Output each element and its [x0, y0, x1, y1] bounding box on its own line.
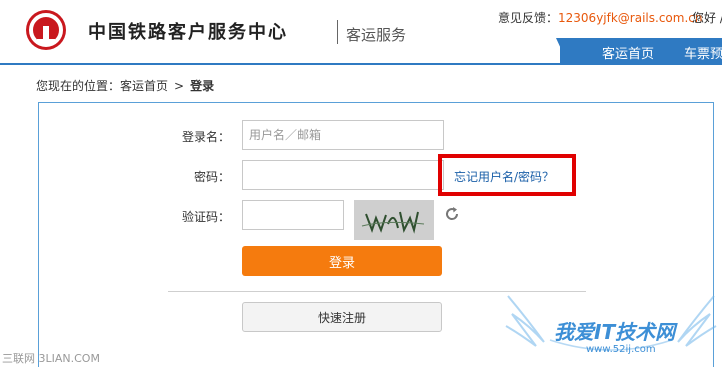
captcha-input[interactable]: [242, 200, 344, 230]
watermark-right-logo: 我爱IT技术网 www.52ij.com: [500, 290, 722, 367]
password-input[interactable]: [242, 160, 444, 190]
captcha-label: 验证码：: [181, 210, 230, 224]
watermark-right-title: 我爱IT技术网: [554, 320, 676, 344]
breadcrumb-home-link[interactable]: 客运首页: [120, 79, 168, 93]
register-button[interactable]: 快速注册: [242, 302, 442, 332]
nav-item-tickets[interactable]: 车票预: [684, 43, 722, 62]
railway-logo-icon[interactable]: [26, 10, 66, 50]
username-input[interactable]: [242, 120, 444, 150]
site-title: 中国铁路客户服务中心: [88, 22, 288, 43]
username-label: 登录名：: [181, 130, 230, 144]
password-label: 密码：: [193, 170, 230, 184]
nav-item-home[interactable]: 客运首页: [602, 43, 654, 62]
login-button[interactable]: 登录: [242, 246, 442, 276]
forgot-password-link[interactable]: 忘记用户名/密码？: [454, 168, 554, 185]
watermark-right-url: www.52ij.com: [586, 344, 656, 355]
breadcrumb-current: 登录: [190, 79, 215, 93]
captcha-image[interactable]: [354, 200, 434, 240]
site-subtitle: 客运服务: [346, 26, 407, 44]
refresh-captcha-icon[interactable]: [444, 206, 460, 222]
breadcrumb: 您现在的位置：客运首页 > 登录: [36, 77, 214, 94]
user-greeting: 您好 /: [692, 11, 722, 25]
breadcrumb-prefix: 您现在的位置：: [36, 79, 121, 93]
feedback-email-link[interactable]: 12306yjfk@rails.com.cn: [558, 11, 702, 25]
title-divider: [337, 20, 338, 44]
watermark-left: 三联网 3LIAN.COM: [2, 352, 100, 365]
breadcrumb-arrow: >: [174, 79, 185, 93]
feedback: 意见反馈：12306yjfk@rails.com.cn: [498, 9, 702, 26]
nav-underline: [0, 63, 722, 65]
feedback-label: 意见反馈：: [498, 11, 559, 25]
